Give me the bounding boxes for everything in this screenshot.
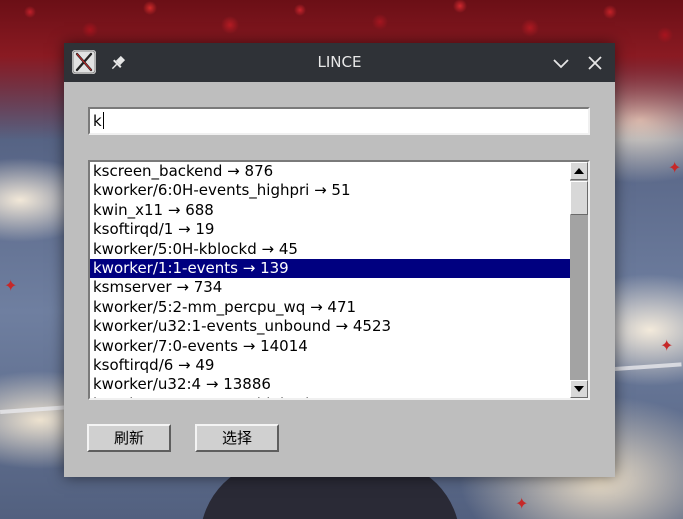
refresh-button[interactable]: 刷新 — [87, 424, 171, 452]
list-item[interactable]: kworker/u32:4 → 13886 — [90, 375, 570, 394]
process-listbox[interactable]: kscreen_backend → 876 kworker/6:0H-events… — [88, 160, 590, 400]
select-button[interactable]: 选择 — [195, 424, 279, 452]
list-item[interactable]: kwin_x11 → 688 — [90, 201, 570, 220]
list-item[interactable]: kworker/5:0H-kblockd → 45 — [90, 240, 570, 259]
x-logo-icon[interactable] — [72, 50, 96, 74]
vertical-scrollbar[interactable] — [570, 162, 588, 398]
search-input-value: k — [93, 112, 102, 130]
scroll-up-button[interactable] — [570, 162, 588, 180]
maple-leaf-icon: ✦ — [668, 158, 682, 177]
list-item[interactable]: ksmserver → 734 — [90, 278, 570, 297]
list-item[interactable]: kworker/7:0H-events_highpri → 57 — [90, 395, 570, 398]
chevron-down-icon[interactable] — [550, 52, 572, 74]
window-title: LINCE — [317, 53, 362, 71]
maple-leaf-icon: ✦ — [515, 494, 529, 513]
process-list[interactable]: kscreen_backend → 876 kworker/6:0H-events… — [90, 162, 570, 398]
list-item[interactable]: kworker/u32:1-events_unbound → 4523 — [90, 317, 570, 336]
titlebar[interactable]: LINCE — [64, 43, 615, 82]
list-item[interactable]: kworker/1:1-events → 139 — [90, 258, 570, 279]
list-item[interactable]: kscreen_backend → 876 — [90, 162, 570, 181]
pin-icon[interactable] — [108, 53, 128, 73]
maple-leaf-icon: ✦ — [660, 336, 674, 355]
list-item[interactable]: ksoftirqd/6 → 49 — [90, 356, 570, 375]
scrollbar-thumb[interactable] — [570, 181, 588, 215]
lince-window: LINCE k kscreen_backend → 876 kworker/6:… — [64, 43, 615, 477]
list-item[interactable]: kworker/7:0-events → 14014 — [90, 337, 570, 356]
close-icon[interactable] — [584, 52, 606, 74]
list-item[interactable]: ksoftirqd/1 → 19 — [90, 220, 570, 239]
list-item[interactable]: kworker/5:2-mm_percpu_wq → 471 — [90, 298, 570, 317]
text-caret — [102, 112, 104, 129]
list-item[interactable]: kworker/6:0H-events_highpri → 51 — [90, 181, 570, 200]
search-input[interactable]: k — [88, 107, 590, 135]
maple-leaf-icon: ✦ — [4, 276, 18, 295]
scroll-down-button[interactable] — [570, 380, 588, 398]
